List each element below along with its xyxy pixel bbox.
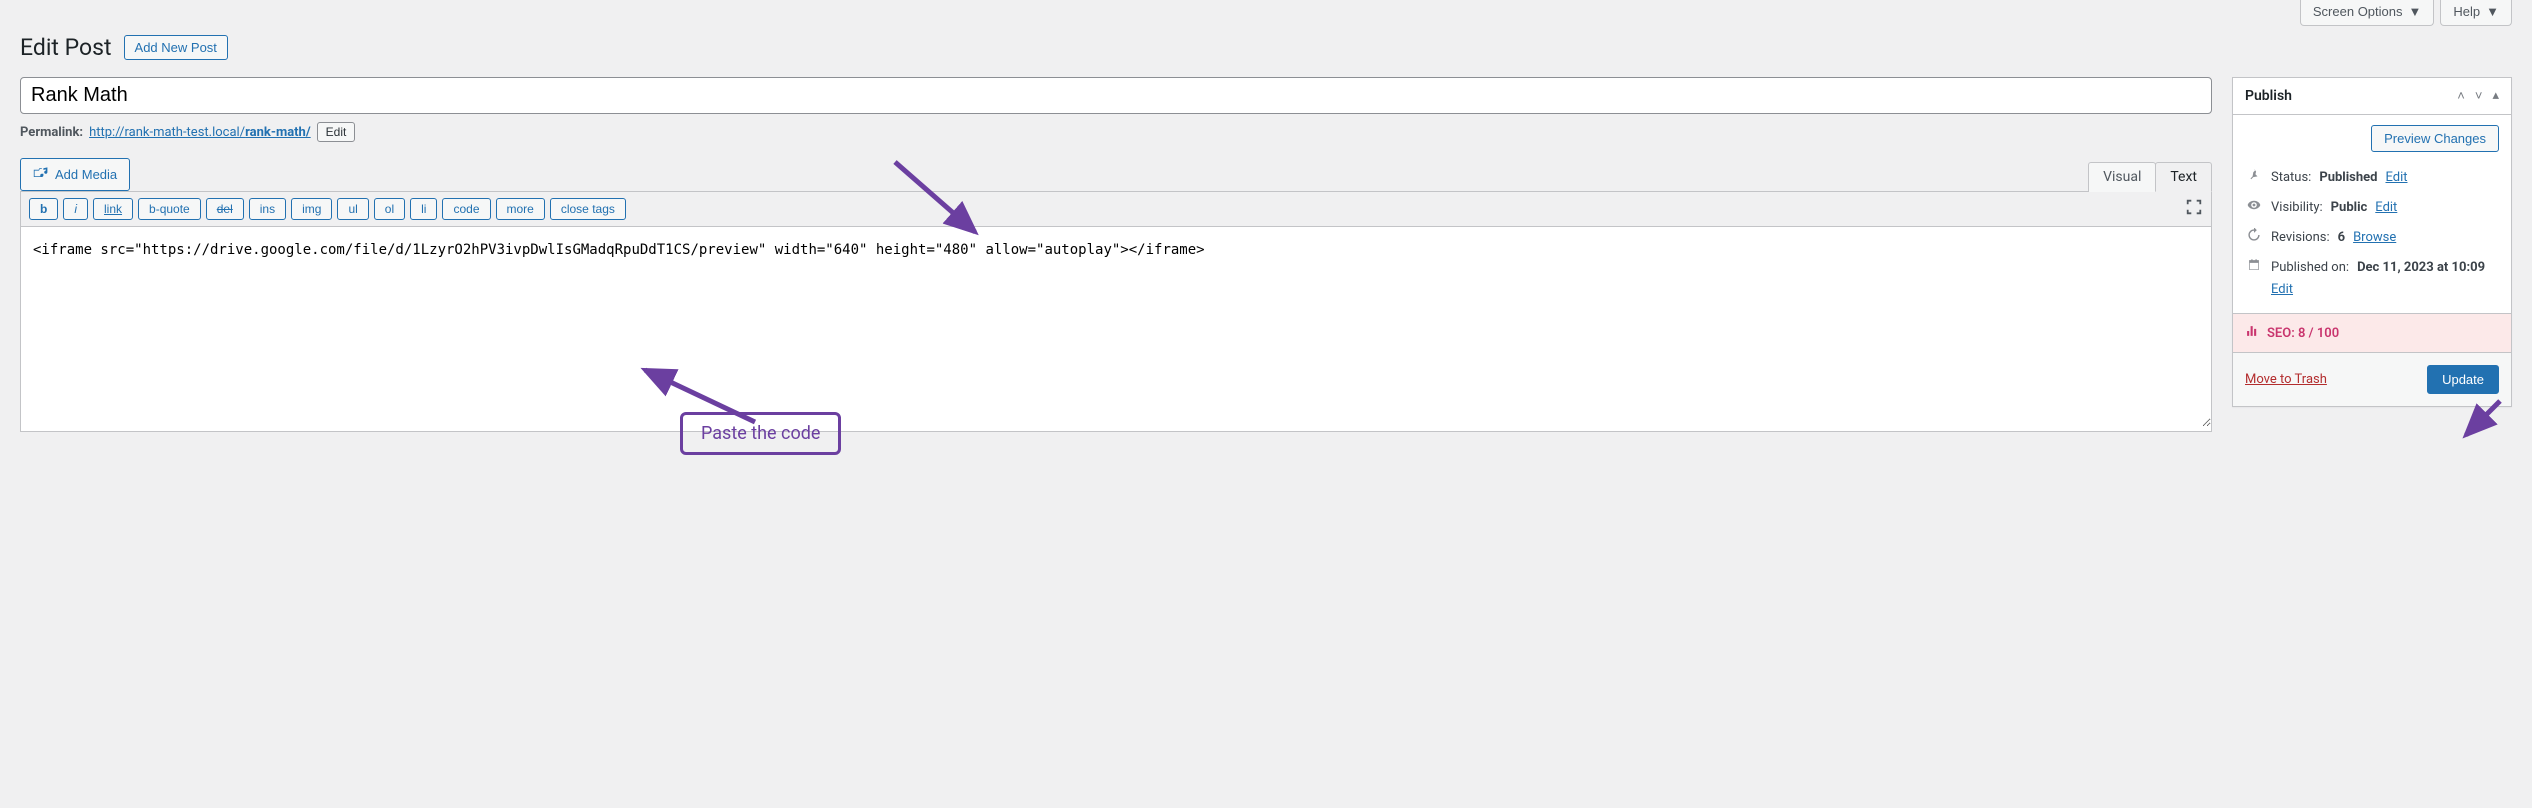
calendar-icon xyxy=(2245,258,2263,276)
move-to-trash-link[interactable]: Move to Trash xyxy=(2245,372,2327,387)
visibility-label: Visibility: xyxy=(2271,200,2323,215)
edit-status-link[interactable]: Edit xyxy=(2385,170,2407,185)
tab-text[interactable]: Text xyxy=(2155,162,2212,192)
edit-slug-button[interactable]: Edit xyxy=(317,122,356,142)
permalink-label: Permalink: xyxy=(20,125,83,140)
update-button[interactable]: Update xyxy=(2427,365,2499,394)
edit-visibility-link[interactable]: Edit xyxy=(2375,200,2397,215)
visibility-icon xyxy=(2245,198,2263,216)
qt-ul-button[interactable]: ul xyxy=(337,198,368,220)
qt-link-button[interactable]: link xyxy=(93,198,133,220)
seo-score-label: SEO: 8 / 100 xyxy=(2267,326,2339,341)
status-value: Published xyxy=(2319,170,2377,185)
move-down-icon[interactable]: ˅ xyxy=(2475,88,2483,104)
chevron-down-icon: ▼ xyxy=(2486,4,2499,19)
revisions-label: Revisions: xyxy=(2271,230,2330,245)
toggle-panel-icon[interactable]: ▴ xyxy=(2492,88,2499,104)
preview-changes-button[interactable]: Preview Changes xyxy=(2371,125,2499,152)
move-up-icon[interactable]: ˄ xyxy=(2457,88,2465,104)
visibility-value: Public xyxy=(2331,200,2368,215)
qt-ol-button[interactable]: ol xyxy=(374,198,405,220)
qt-more-button[interactable]: more xyxy=(496,198,545,220)
chevron-down-icon: ▼ xyxy=(2409,4,2422,19)
publish-box-title: Publish xyxy=(2245,88,2292,104)
qt-del-button[interactable]: del xyxy=(206,198,244,220)
qt-closetags-button[interactable]: close tags xyxy=(550,198,626,220)
revisions-icon xyxy=(2245,228,2263,246)
qt-li-button[interactable]: li xyxy=(410,198,437,220)
add-media-button[interactable]: Add Media xyxy=(20,158,130,191)
annotation-callout: Paste the code xyxy=(680,412,841,455)
qt-code-button[interactable]: code xyxy=(442,198,490,220)
published-label: Published on: xyxy=(2271,260,2349,275)
seo-chart-icon xyxy=(2245,324,2259,342)
page-title: Edit Post xyxy=(20,34,112,61)
revisions-value: 6 xyxy=(2338,230,2345,245)
browse-revisions-link[interactable]: Browse xyxy=(2353,230,2396,245)
seo-score-row[interactable]: SEO: 8 / 100 xyxy=(2233,313,2511,352)
screen-options-label: Screen Options xyxy=(2313,4,2403,19)
status-label: Status: xyxy=(2271,170,2311,185)
published-value: Dec 11, 2023 at 10:09 xyxy=(2357,260,2485,275)
pin-icon xyxy=(2245,168,2263,186)
qt-italic-button[interactable]: i xyxy=(63,198,88,220)
edit-date-link[interactable]: Edit xyxy=(2271,282,2293,297)
tab-visual[interactable]: Visual xyxy=(2088,162,2156,192)
permalink-link[interactable]: http://rank-math-test.local/rank-math/ xyxy=(89,125,311,140)
publish-box: Publish ˄ ˅ ▴ Preview Changes Status: Pu… xyxy=(2232,77,2512,407)
fullscreen-icon[interactable] xyxy=(2185,198,2203,220)
content-textarea[interactable] xyxy=(21,227,2211,427)
qt-img-button[interactable]: img xyxy=(291,198,332,220)
post-title-input[interactable] xyxy=(20,77,2212,114)
qt-bold-button[interactable]: b xyxy=(29,198,58,220)
camera-music-icon xyxy=(33,165,49,184)
screen-options-button[interactable]: Screen Options ▼ xyxy=(2300,0,2434,26)
qt-blockquote-button[interactable]: b-quote xyxy=(138,198,201,220)
help-label: Help xyxy=(2453,4,2480,19)
qt-ins-button[interactable]: ins xyxy=(249,198,286,220)
add-new-post-button[interactable]: Add New Post xyxy=(124,35,228,60)
help-button[interactable]: Help ▼ xyxy=(2440,0,2512,26)
add-media-label: Add Media xyxy=(55,167,117,182)
